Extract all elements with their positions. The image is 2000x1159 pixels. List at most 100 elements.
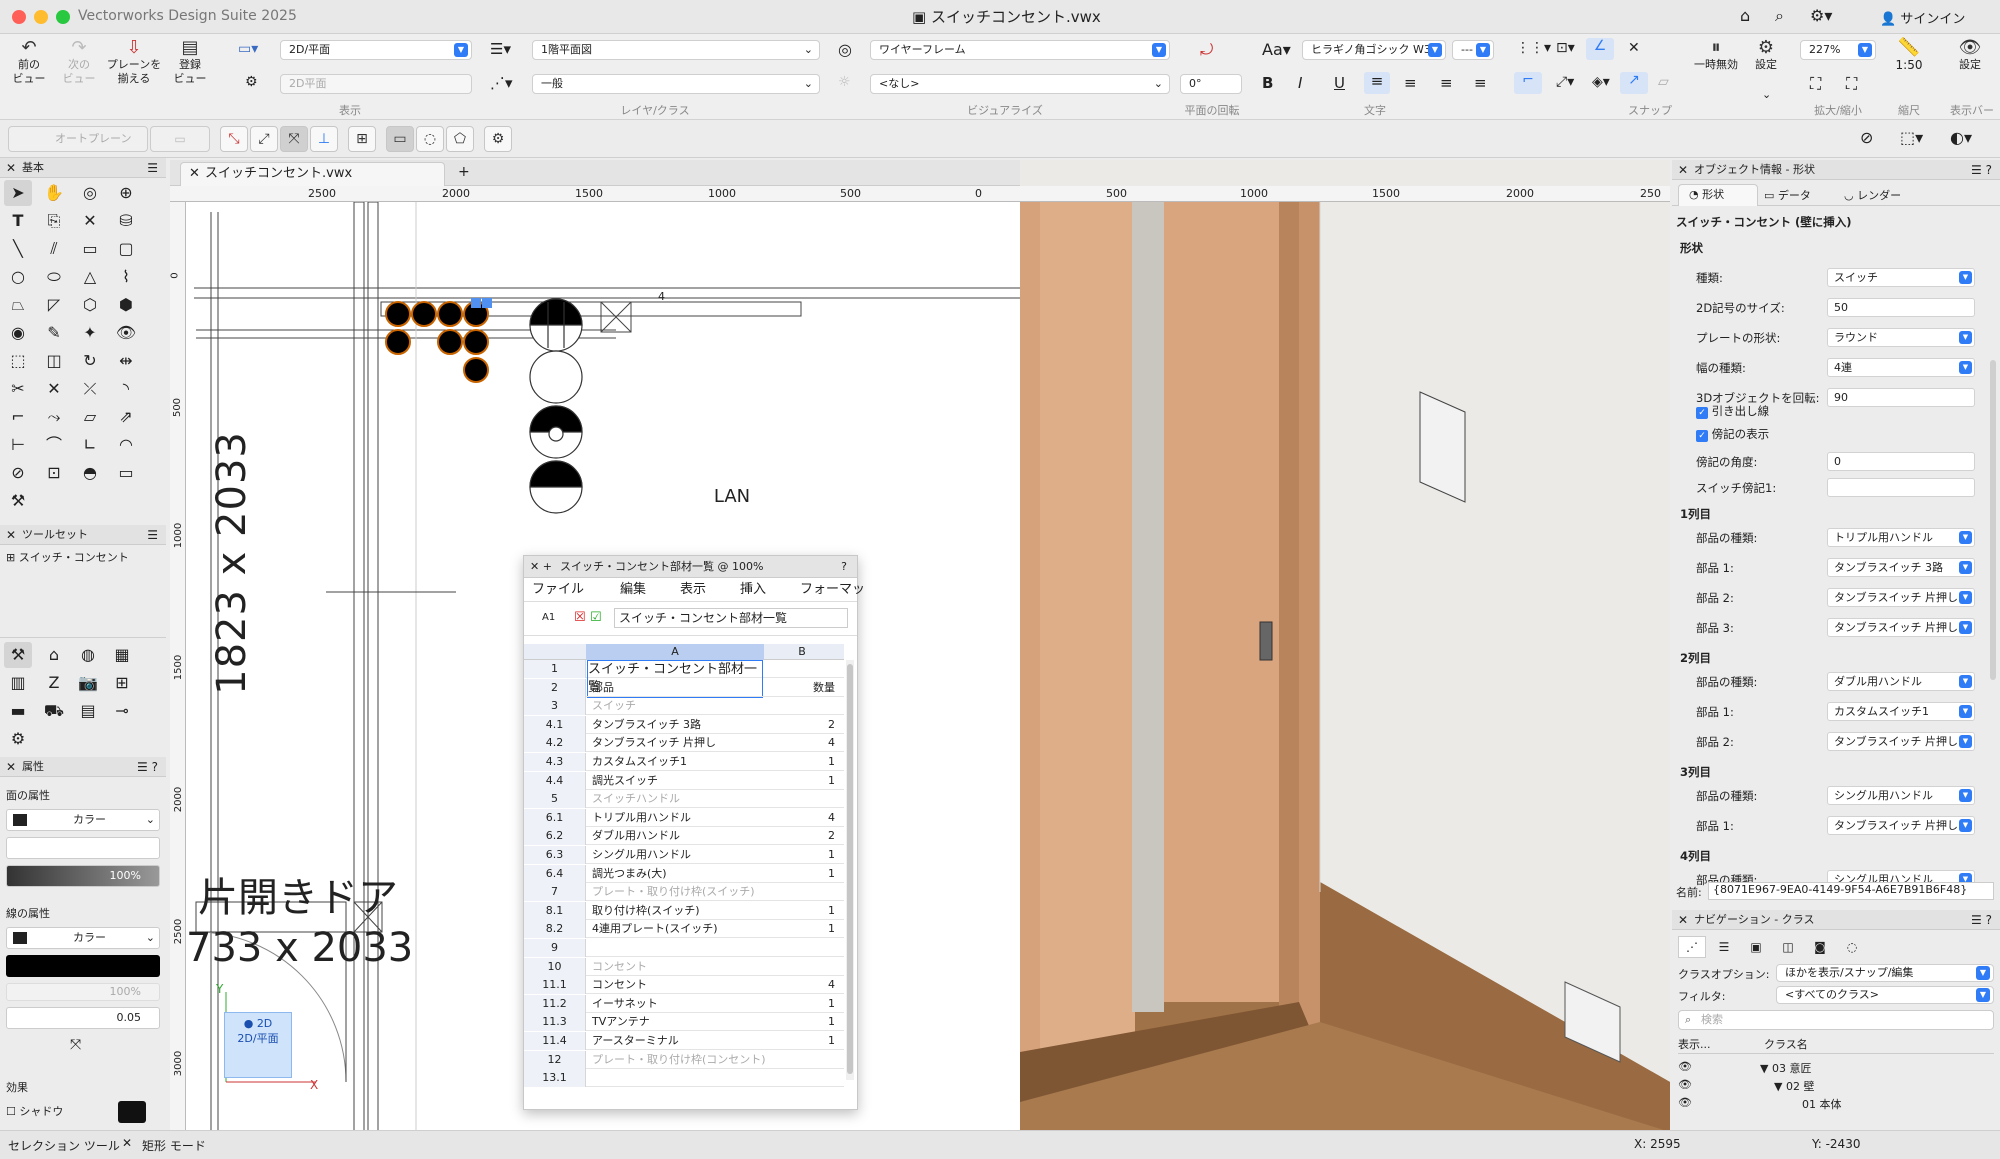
rotate-tool-icon[interactable]: ↻ [76,348,104,374]
class-options-dropdown[interactable]: ほかを表示/スナップ/編集 ▼ [1776,964,1994,982]
building-shell-icon[interactable]: ⌂ [40,642,68,668]
field-value[interactable]: ラウンド ▼ [1827,328,1975,347]
justify-icon[interactable]: ≡ [1474,74,1487,92]
close-window-button[interactable] [12,10,26,24]
zoom-field[interactable]: 227% ▼ [1800,40,1876,60]
cell-a[interactable]: ダブル用ハンドル [592,827,680,845]
view-dropdown[interactable]: 2D/平面 ▼ [280,40,472,60]
row-number[interactable]: 3 [524,697,586,716]
close-icon[interactable]: ✕ [6,757,16,777]
rectangle-mode-icon[interactable]: ▭ [386,126,414,152]
table-row[interactable]: 4.3 カスタムスイッチ1 1 [524,753,844,771]
row-number[interactable]: 8.1 [524,901,586,920]
close-icon[interactable]: ✕ [6,158,16,178]
field-value[interactable]: 90 [1827,388,1975,407]
select-mode2-icon[interactable]: ⤢ [250,126,278,152]
magic-wand-tool-icon[interactable]: ✦ [76,320,104,346]
circle-tool-icon[interactable]: ○ [4,264,32,290]
stair-tool-icon[interactable]: Z [40,670,68,696]
hammer-tool-icon[interactable]: ⚒ [4,642,32,668]
table-row[interactable]: 6.3 シングル用ハンドル 1 [524,846,844,864]
dimension-tool-icon[interactable]: ⊢ [4,432,32,458]
eyedropper-tool-icon[interactable]: ✎ [40,320,68,346]
plane-rotation-field[interactable]: 0° [1180,74,1242,94]
cell-b[interactable]: 1 [769,772,835,790]
toolset-item[interactable]: ⊞ スイッチ・コンセント [6,549,129,565]
cell-a[interactable]: トリプル用ハンドル [592,809,691,827]
field-value[interactable]: タンブラスイッチ 片押し ▼ [1827,588,1975,607]
table-row[interactable]: 13.1 [524,1069,844,1088]
row-number[interactable]: 11.1 [524,976,586,995]
prev-view-button[interactable]: ↶ 前の ビュー [8,38,50,86]
cell-a[interactable]: スイッチハンドル [592,790,680,808]
polygon-mode-icon[interactable]: ⬠ [446,126,474,152]
fit-objects-icon[interactable]: ⛶ [1846,74,1857,94]
row-number[interactable]: 4.4 [524,771,586,790]
connect-tool-icon[interactable]: ⤫ [76,376,104,402]
row-number[interactable]: 2 [524,678,586,697]
snap-object-icon[interactable]: ⊡▾ [1556,40,1575,56]
table-row[interactable]: 6.2 ダブル用ハンドル 2 [524,827,844,846]
view-icon[interactable]: ▭▾ [238,41,258,57]
align-planes-button[interactable]: ⇩ プレーンを 揃える [106,38,162,86]
menu-insert[interactable]: 挿入 [740,578,766,602]
pipe-tool-icon[interactable]: ⊸ [108,698,136,724]
row-number[interactable]: 1 [524,660,586,678]
close-icon[interactable]: ✕ [1678,910,1688,930]
plane-mode-button[interactable]: ▭ [150,126,210,152]
table-row[interactable]: 7 プレート・取り付け枠(スイッチ) [524,883,844,902]
field-value[interactable]: タンブラスイッチ 片押し ▼ [1827,618,1975,637]
zoom-tool-icon[interactable]: ⊕ [112,180,140,206]
table-row[interactable]: 2 部品 数量 [524,678,844,697]
fill-pattern-field[interactable] [6,837,160,859]
snap-intersection-icon[interactable]: ✕ [1628,40,1640,56]
rectangle-tool-icon[interactable]: ▭ [76,236,104,262]
flyover-tool-icon[interactable]: ◎ [76,180,104,206]
worksheet-scrollbar[interactable] [846,660,854,1080]
snap-point-icon[interactable]: ◈▾ [1592,74,1610,90]
cell-a[interactable]: カスタムスイッチ1 [592,753,687,771]
fillet-tool-icon[interactable]: ◝ [112,376,140,402]
fill-type-dropdown[interactable]: カラー ⌄ [6,809,160,831]
snap-distance-icon[interactable]: ⌐ [1514,72,1542,94]
symbol-tool-icon[interactable]: ⛁ [112,208,140,234]
menu-icon[interactable]: ☰ ? [137,757,158,777]
arc-tool-icon[interactable]: ⌒ [40,432,68,458]
double-polygon-tool-icon[interactable]: ⬡ [76,292,104,318]
chevron-down-icon[interactable]: ⌄ [1762,88,1771,101]
field-value[interactable]: タンブラスイッチ 3路 ▼ [1827,558,1975,577]
lasso-mode-icon[interactable]: ◌ [416,126,444,152]
select-mode5-icon[interactable]: ⊞ [348,126,376,152]
scale-button[interactable]: 📏 1:50 [1886,38,1932,73]
menu-edit[interactable]: 編集 [620,578,646,602]
chamfer-tool-icon[interactable]: ⌐ [4,404,32,430]
field-value[interactable]: カスタムスイッチ1 ▼ [1827,702,1975,721]
cell-b[interactable]: 1 [769,920,835,938]
font-size-icon[interactable]: Aa▾ [1262,40,1291,59]
table-row[interactable]: 6.1 トリプル用ハンドル 4 [524,808,844,827]
snap-settings-button[interactable]: ⚙ 設定 [1748,38,1784,72]
next-view-button[interactable]: ↷ 次の ビュー [58,38,100,86]
select-mode3-icon[interactable]: ⤧ [280,126,308,152]
select-mode1-icon[interactable]: ⤡ [220,126,248,152]
table-row[interactable]: 9 [524,939,844,957]
stake-tool-icon[interactable]: ⊡ [40,460,68,486]
row-number[interactable]: 4.1 [524,715,586,734]
no-entry-tool-icon[interactable]: ⊘ [4,460,32,486]
snap-grid-icon[interactable]: ⋮⋮▾ [1516,40,1551,56]
view-option-icon[interactable]: ⬚▾ [1900,128,1923,147]
column-b-header[interactable]: B [769,644,835,660]
document-tab[interactable]: ✕ スイッチコンセント.vwx [180,162,445,186]
sheets-tab-icon[interactable]: ▣ [1742,936,1770,958]
cabinet-tool-icon[interactable]: ▤ [74,698,102,724]
formula-input[interactable]: スイッチ・コンセント部材一覧 [614,608,848,628]
class-icon[interactable]: ⋰▾ [490,74,513,92]
cell-a[interactable]: 取り付け枠(スイッチ) [592,902,700,920]
hide-icon[interactable]: ⊘ [1860,128,1873,147]
locus-tool-icon[interactable]: ✕ [76,208,104,234]
snap-plane-icon[interactable]: ▱ [1658,74,1669,90]
list-item[interactable]: 👁 01 本体 [1678,1096,1994,1114]
plane-badge[interactable]: ● 2D 2D/平面 [224,1012,292,1078]
object-name-field[interactable]: {8071E967-9EA0-4149-9F54-A6E7B91B6F48} [1708,882,1994,900]
help-icon[interactable]: ? [841,556,847,578]
